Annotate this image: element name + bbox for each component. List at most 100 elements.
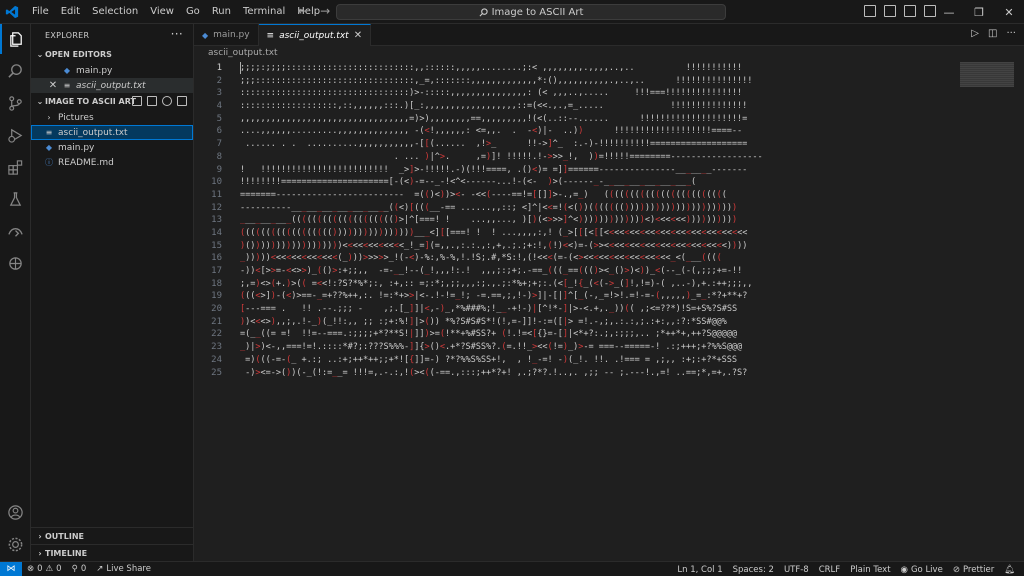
line-number: 9 xyxy=(216,164,222,175)
menu-go[interactable]: Go xyxy=(180,0,206,24)
code-line[interactable]: =======------------------------- =(()<))… xyxy=(240,189,955,202)
notifications-bell-icon[interactable]: 🔔︎ xyxy=(999,565,1020,575)
extensions-icon[interactable] xyxy=(0,152,31,182)
code-line[interactable]: =)(((-=-(_ +.:; ..:+;++*++;;+*![{]]=-) ?… xyxy=(240,354,955,367)
restore-icon[interactable]: ❐ xyxy=(964,0,994,24)
run-debug-icon[interactable] xyxy=(0,120,31,150)
new-file-icon[interactable] xyxy=(132,96,142,106)
more-actions-icon[interactable]: ··· xyxy=(171,27,183,41)
close-editor-icon[interactable]: ✕ xyxy=(47,80,59,91)
code-line[interactable]: ))<<<>),,;,.!-_)(_!!:,, ;; :;+:%!]|>()) … xyxy=(240,316,955,329)
code-line[interactable]: ....,,,,,,.........,,,,,,,,,,,,,, -(<!,,… xyxy=(240,125,955,138)
open-editor-ascii-output[interactable]: ✕ ≡ ascii_output.txt xyxy=(31,78,193,93)
menu-terminal[interactable]: Terminal xyxy=(237,0,291,24)
live-share-button[interactable]: ↗ Live Share xyxy=(91,564,156,574)
warning-count: 0 xyxy=(56,564,62,574)
code-line[interactable]: _)|>)<-,,===!=!.::::*#?;:???S%%%-]]{>()<… xyxy=(240,341,955,354)
end-of-line[interactable]: CRLF xyxy=(814,565,845,575)
split-editor-icon[interactable]: ◫ xyxy=(988,28,997,39)
ports-indicator[interactable]: ⚲ 0 xyxy=(67,564,92,574)
menu-file[interactable]: File xyxy=(26,0,55,24)
menu-selection[interactable]: Selection xyxy=(86,0,144,24)
tab-main-py[interactable]: ◆ main.py xyxy=(194,24,259,46)
folder-header[interactable]: ⌄ IMAGE TO ASCII ART xyxy=(31,93,193,110)
open-editor-main-py[interactable]: ◆ main.py xyxy=(31,63,193,78)
code-line[interactable]: (((<>])-(<)>==-_=+??%++,:. !=:*+>>|<-.!-… xyxy=(240,290,955,303)
indentation[interactable]: Spaces: 2 xyxy=(728,565,779,575)
remote-explorer-icon[interactable] xyxy=(0,216,31,246)
timeline-header[interactable]: › TIMELINE xyxy=(31,544,194,561)
tree-file-ascii-output[interactable]: ≡ ascii_output.txt xyxy=(31,125,193,140)
menu-view[interactable]: View xyxy=(144,0,180,24)
text-editor[interactable]: 1 2 3 4 5 6 7 8 9 10 11 12 13 14 15 16 17 18 19 20 21 22 23 24 2… xyxy=(194,60,1024,561)
explorer-icon[interactable] xyxy=(0,24,31,54)
outline-header[interactable]: › OUTLINE xyxy=(31,527,194,544)
go-live-button[interactable]: ◉ Go Live xyxy=(896,565,948,575)
problems-indicator[interactable]: ⊗ 0 ⚠ 0 xyxy=(22,564,67,574)
command-center-search[interactable]: Image to ASCII Art xyxy=(336,4,726,20)
code-line[interactable]: (((((((((((((((((())))))))))))))))___<][… xyxy=(240,227,955,240)
forward-arrow-icon[interactable]: → xyxy=(320,4,330,18)
language-mode[interactable]: Plain Text xyxy=(845,565,895,575)
code-line[interactable]: ----------___________________((<)[(((__-… xyxy=(240,202,955,215)
code-line[interactable]: !!!!!!!!=====================[-(<)-=--_-… xyxy=(240,176,955,189)
back-arrow-icon[interactable]: ← xyxy=(298,4,308,18)
code-line[interactable]: :::::::::::::::::::::::::::::::::)>-::::… xyxy=(240,87,955,100)
line-number: 11 xyxy=(211,189,222,200)
prettier-button[interactable]: ⊘ Prettier xyxy=(948,565,999,575)
gitlens-icon[interactable] xyxy=(0,248,31,278)
code-line[interactable]: _)))))<<<<<<<<<<<<<(_)))>>>>>_!(-<)-%:,%… xyxy=(240,252,955,265)
search-view-icon[interactable] xyxy=(0,56,31,86)
chevron-down-icon: ⌄ xyxy=(36,50,44,59)
tab-ascii-output[interactable]: ≡ ascii_output.txt ✕ xyxy=(258,24,372,46)
code-line[interactable]: :::::::::::::::::::,::,,,,,,:::.)[_:,,,,… xyxy=(240,100,955,113)
code-line[interactable]: -))<[>>=-<<>>)_(()>:+;;,, -=-__!--(_!,,,… xyxy=(240,265,955,278)
source-control-icon[interactable] xyxy=(0,88,31,118)
manage-gear-icon[interactable] xyxy=(0,529,31,559)
tree-file-main-py[interactable]: ◆ main.py xyxy=(31,140,193,155)
code-line[interactable]: )())))))))))))))))))<<<<<<<<<<<<_!_=](=,… xyxy=(240,240,955,253)
minimap-slider[interactable] xyxy=(960,62,1014,87)
testing-flask-icon[interactable] xyxy=(0,184,31,214)
toggle-primary-sidebar-icon[interactable] xyxy=(864,5,876,17)
code-line[interactable]: . ... )|^>. ,=)]! !!!!!.!->>>_!, ))=!!!!… xyxy=(240,151,955,164)
cursor-position[interactable]: Ln 1, Col 1 xyxy=(672,565,727,575)
toggle-secondary-sidebar-icon[interactable] xyxy=(904,5,916,17)
refresh-icon[interactable] xyxy=(162,96,172,106)
new-folder-icon[interactable] xyxy=(147,96,157,106)
toggle-panel-icon[interactable] xyxy=(884,5,896,17)
code-line[interactable]: ;;;:::::::::::::::::::::::::::::::,_=,::… xyxy=(240,75,955,88)
menu-run[interactable]: Run xyxy=(206,0,237,24)
code-line[interactable]: =(__((= =! !!=--===.:;;;;+*?**S!|]])>=(!… xyxy=(240,328,955,341)
collapse-all-icon[interactable] xyxy=(177,96,187,106)
tree-file-readme[interactable]: ⓘ README.md xyxy=(31,155,193,170)
close-window-icon[interactable]: ✕ xyxy=(994,0,1024,24)
code-line[interactable]: ;;;;:;;;;:::::::::::::::::::::::::,,::::… xyxy=(240,62,955,75)
tree-folder-pictures[interactable]: › Pictures xyxy=(31,110,193,125)
minimize-icon[interactable]: — xyxy=(934,0,964,24)
run-file-icon[interactable]: ▷ xyxy=(971,28,979,39)
editor-actions: ▷ ◫ ··· xyxy=(971,28,1016,39)
remote-indicator-icon[interactable]: ⋈ xyxy=(0,561,22,576)
vscode-logo-icon[interactable] xyxy=(0,0,24,24)
code-line[interactable]: __________(((((((((((((((((((()>|^[===! … xyxy=(240,214,955,227)
text-file-icon: ≡ xyxy=(266,30,275,41)
line-number: 3 xyxy=(216,88,222,99)
code-line[interactable]: ! !!!!!!!!!!!!!!!!!!!!!!!!! _>]>-!!!!!.-… xyxy=(240,164,955,177)
warning-icon: ⚠ xyxy=(45,564,54,574)
close-tab-icon[interactable]: ✕ xyxy=(354,30,362,41)
code-line[interactable]: ...... . . ..........,,,,,,,,,,,-[[(....… xyxy=(240,138,955,151)
open-editors-header[interactable]: ⌄ OPEN EDITORS xyxy=(31,46,193,63)
menu-edit[interactable]: Edit xyxy=(55,0,86,24)
code-line[interactable]: ;,=)<>(+.)>(( =<<!:?S?*%*;:, :+,:: =;:*;… xyxy=(240,278,955,291)
more-actions-icon[interactable]: ··· xyxy=(1006,28,1016,39)
accounts-icon[interactable] xyxy=(0,497,31,527)
code-line[interactable]: ,,,,,,,,,,,,,,,,,,,,,,,,,,,,,,,,,=)>),,,… xyxy=(240,113,955,126)
code-line[interactable]: [---=== . !! .--.;;; - ,;.[_]]|<,-)_,*%#… xyxy=(240,303,955,316)
breadcrumb-file[interactable]: ascii_output.txt xyxy=(208,48,278,58)
breadcrumb[interactable]: ascii_output.txt xyxy=(194,46,1024,60)
code-area[interactable]: ;;;;:;;;;:::::::::::::::::::::::::,,::::… xyxy=(240,62,955,379)
encoding[interactable]: UTF-8 xyxy=(779,565,814,575)
code-line[interactable]: -)><=->())(-_(!:=__= !!!=,.-.:,!(><((-==… xyxy=(240,367,955,380)
python-file-icon: ◆ xyxy=(63,66,71,75)
